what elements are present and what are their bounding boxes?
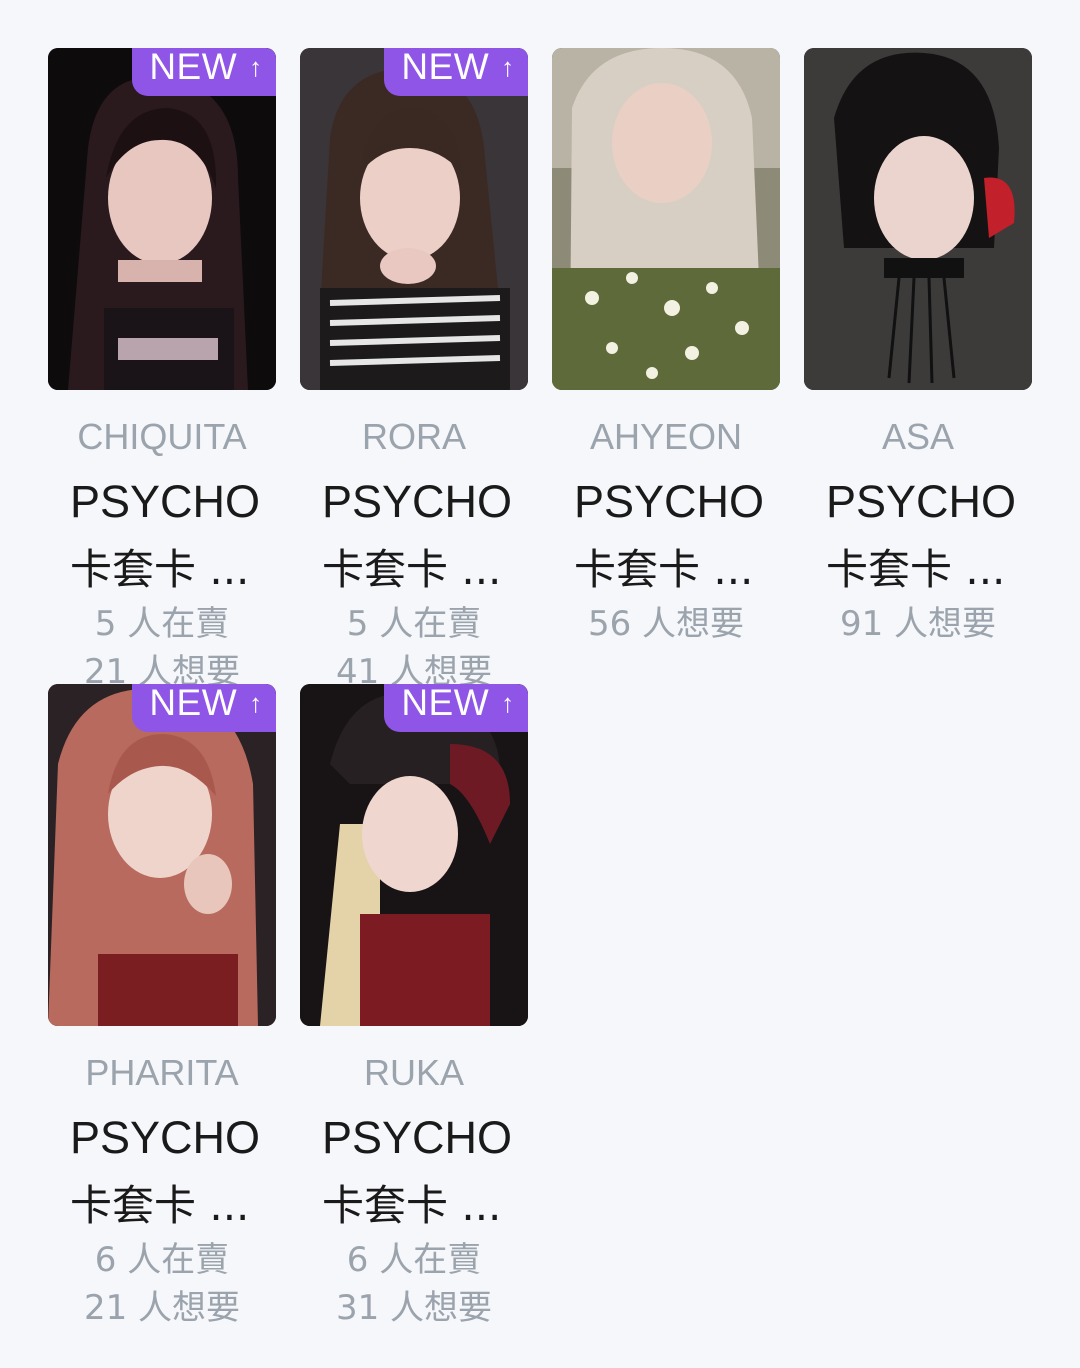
sellers-count: 6 人在賣 <box>94 1240 230 1280</box>
item-title-line1: PSYCHO <box>826 476 1017 527</box>
photocard-item[interactable]: NEW ↑ RORA PSYCHO 卡套卡 ... 5 人在賣 41 人想要 <box>300 48 528 692</box>
photocard-image: NEW ↑ <box>300 48 528 390</box>
sellers-count: 5 人在賣 <box>346 604 482 644</box>
wanted-count: 91 人想要 <box>839 604 997 644</box>
wanted-count: 56 人想要 <box>587 604 745 644</box>
item-title-line1: PSYCHO <box>70 1112 261 1163</box>
item-title-line2: 卡套卡 ... <box>826 545 1006 594</box>
photocard-item[interactable]: NEW ↑ CHIQUITA PSYCHO 卡套卡 ... 5 人在賣 21 人… <box>48 48 276 692</box>
item-title-line1: PSYCHO <box>322 1112 513 1163</box>
arrow-up-icon: ↑ <box>249 687 263 718</box>
member-name: RUKA <box>363 1052 465 1093</box>
photocard-image <box>552 48 780 390</box>
badge-label: NEW <box>149 684 238 723</box>
photocard-item[interactable]: NEW ↑ RUKA PSYCHO 卡套卡 ... 6 人在賣 31 人想要 <box>300 684 528 1328</box>
item-title-line2: 卡套卡 ... <box>322 1181 502 1230</box>
arrow-up-icon: ↑ <box>501 687 515 718</box>
photocard-item[interactable]: AHYEON PSYCHO 卡套卡 ... 56 人想要 <box>552 48 780 668</box>
member-name: ASA <box>881 416 955 457</box>
photocard-image <box>804 48 1032 390</box>
member-name: RORA <box>361 416 466 457</box>
badge-label: NEW <box>401 684 490 723</box>
item-title-line2: 卡套卡 ... <box>70 545 250 594</box>
badge-label: NEW <box>401 48 490 87</box>
photocard-image: NEW ↑ <box>300 684 528 1026</box>
photocard-grid: NEW ↑ CHIQUITA PSYCHO 卡套卡 ... 5 人在賣 21 人… <box>0 0 1080 1368</box>
sellers-count: 6 人在賣 <box>346 1240 482 1280</box>
item-title-line2: 卡套卡 ... <box>322 545 502 594</box>
new-badge: NEW ↑ <box>132 684 276 732</box>
photocard-image: NEW ↑ <box>48 48 276 390</box>
item-title-line1: PSYCHO <box>322 476 513 527</box>
sellers-count: 5 人在賣 <box>94 604 230 644</box>
member-name: CHIQUITA <box>77 416 247 457</box>
wanted-count: 21 人想要 <box>83 1288 241 1328</box>
new-badge: NEW ↑ <box>132 48 276 96</box>
new-badge: NEW ↑ <box>384 48 528 96</box>
item-title-line2: 卡套卡 ... <box>70 1181 250 1230</box>
item-title-line1: PSYCHO <box>70 476 261 527</box>
member-name: PHARITA <box>85 1052 239 1093</box>
new-badge: NEW ↑ <box>384 684 528 732</box>
badge-label: NEW <box>149 48 238 87</box>
wanted-count: 31 人想要 <box>335 1288 493 1328</box>
item-title-line1: PSYCHO <box>574 476 765 527</box>
member-name: AHYEON <box>589 416 743 457</box>
photocard-item[interactable]: ASA PSYCHO 卡套卡 ... 91 人想要 <box>804 48 1032 668</box>
photocard-image: NEW ↑ <box>48 684 276 1026</box>
photocard-item[interactable]: NEW ↑ PHARITA PSYCHO 卡套卡 ... 6 人在賣 21 人想… <box>48 684 276 1328</box>
arrow-up-icon: ↑ <box>249 51 263 82</box>
arrow-up-icon: ↑ <box>501 51 515 82</box>
item-title-line2: 卡套卡 ... <box>574 545 754 594</box>
